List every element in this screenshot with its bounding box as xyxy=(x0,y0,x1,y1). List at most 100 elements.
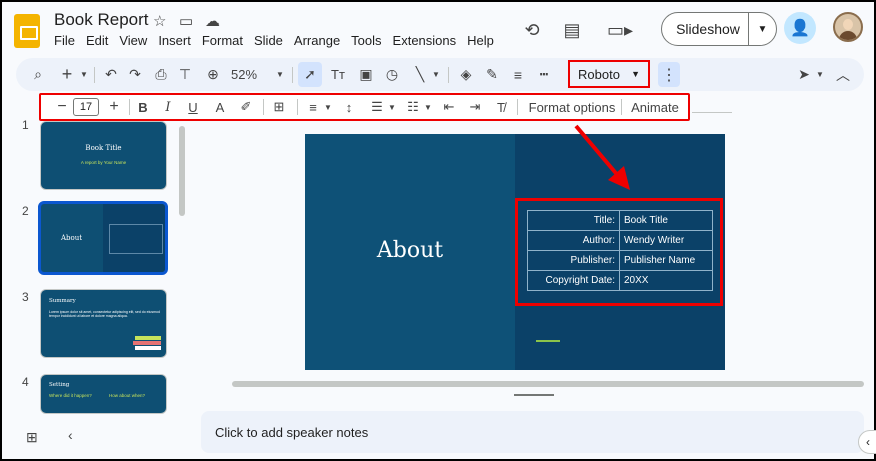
font-name: Roboto xyxy=(578,66,620,82)
notes-resize-handle[interactable] xyxy=(514,394,554,396)
line-icon[interactable]: ╲ xyxy=(408,58,432,91)
line-spacing-icon[interactable]: ↕ xyxy=(339,95,359,119)
format-toolbar: − 17 + B I U A ✐ ⊞ ≡ ▼ ↕ ☰ ▼ ☷ ▼ ⇤ ⇥ T̸ … xyxy=(39,93,690,121)
bold-icon[interactable]: B xyxy=(134,95,152,119)
border-weight-icon[interactable]: ≡ xyxy=(506,58,530,91)
menu-help[interactable]: Help xyxy=(467,33,494,48)
font-select[interactable]: Roboto ▼ xyxy=(568,60,650,88)
cloud-status-icon[interactable]: ☁ xyxy=(205,12,220,30)
slide-thumbnail-4[interactable]: Setting Where did it happen? How about w… xyxy=(40,374,167,414)
image-icon[interactable]: ▣ xyxy=(354,58,378,91)
ruler xyxy=(692,105,732,113)
shape-icon[interactable]: ◷ xyxy=(380,58,404,91)
numbered-list-dropdown-icon[interactable]: ▼ xyxy=(423,95,433,119)
text-box-icon[interactable]: Tт xyxy=(326,58,350,91)
slide-thumbnail-2[interactable]: About xyxy=(38,201,168,275)
table-value[interactable]: Publisher Name xyxy=(619,250,713,271)
decrease-indent-icon[interactable]: ⇤ xyxy=(439,95,459,119)
numbered-list-icon[interactable]: ☷ xyxy=(403,95,423,119)
star-icon[interactable]: ☆ xyxy=(153,12,166,30)
canvas-scrollbar[interactable] xyxy=(232,381,864,387)
zoom-level[interactable]: 52% xyxy=(228,58,260,91)
line-dropdown-icon[interactable]: ▼ xyxy=(430,58,442,91)
grid-view-icon[interactable]: ⊞ xyxy=(26,429,38,446)
italic-icon[interactable]: I xyxy=(159,95,177,119)
bulleted-list-icon[interactable]: ☰ xyxy=(367,95,387,119)
menu-slide[interactable]: Slide xyxy=(254,33,283,48)
border-dash-icon[interactable]: ┅ xyxy=(532,58,556,91)
table-value[interactable]: Wendy Writer xyxy=(619,230,713,251)
animate-button[interactable]: Animate xyxy=(625,95,685,119)
paint-format-icon[interactable]: ⊤ xyxy=(174,58,196,91)
select-icon[interactable]: ➚ xyxy=(298,58,322,91)
table-label[interactable]: Publisher: xyxy=(527,250,620,271)
format-options-button[interactable]: Format options xyxy=(525,95,619,119)
menu-edit[interactable]: Edit xyxy=(86,33,108,48)
speaker-notes[interactable]: Click to add speaker notes xyxy=(201,411,864,453)
zoom-icon[interactable]: ⊕ xyxy=(202,58,224,91)
filmstrip-scrollbar[interactable] xyxy=(179,126,185,216)
slide-thumbnail-1[interactable]: Book Title A report by Your Name xyxy=(40,121,167,190)
insert-link-icon[interactable]: ⊞ xyxy=(269,95,289,119)
align-dropdown-icon[interactable]: ▼ xyxy=(323,95,333,119)
table-label[interactable]: Author: xyxy=(527,230,620,251)
table-label[interactable]: Title: xyxy=(527,210,620,231)
table-value[interactable]: 20XX xyxy=(619,270,713,291)
slideshow-dropdown-icon[interactable]: ▼ xyxy=(748,13,776,45)
underline-icon[interactable]: U xyxy=(184,95,202,119)
side-panel-toggle-icon[interactable]: ‹ xyxy=(858,430,876,454)
document-title[interactable]: Book Report xyxy=(54,10,149,30)
menu-tools[interactable]: Tools xyxy=(351,33,381,48)
bulleted-list-dropdown-icon[interactable]: ▼ xyxy=(387,95,397,119)
fill-color-icon[interactable]: ◈ xyxy=(454,58,478,91)
menu-format[interactable]: Format xyxy=(202,33,243,48)
menu-view[interactable]: View xyxy=(119,33,147,48)
undo-icon[interactable]: ↶ xyxy=(100,58,122,91)
font-size-input[interactable]: 17 xyxy=(73,98,99,116)
menu-bar: File Edit View Insert Format Slide Arran… xyxy=(54,33,494,48)
mode-icon[interactable]: ➤ xyxy=(792,58,816,91)
table-label[interactable]: Copyright Date: xyxy=(527,270,620,291)
font-dropdown-icon: ▼ xyxy=(631,69,640,79)
collapse-filmstrip-icon[interactable]: ‹ xyxy=(68,427,73,443)
comments-icon[interactable]: ▤ xyxy=(558,16,586,44)
highlight-color-icon[interactable]: ✐ xyxy=(237,95,255,119)
menu-extensions[interactable]: Extensions xyxy=(393,33,457,48)
slide-number-3: 3 xyxy=(22,290,29,304)
increase-font-size-icon[interactable]: + xyxy=(105,95,123,119)
zoom-dropdown-icon[interactable]: ▼ xyxy=(274,58,286,91)
add-person-icon: 👤 xyxy=(790,20,810,37)
info-table[interactable]: Title: Book Title Author: Wendy Writer Pub… xyxy=(527,210,713,291)
clear-formatting-icon[interactable]: T̸ xyxy=(491,95,511,119)
text-color-icon[interactable]: A xyxy=(211,95,229,119)
mode-dropdown-icon[interactable]: ▼ xyxy=(814,58,826,91)
avatar[interactable] xyxy=(833,12,863,42)
slide-thumbnail-3[interactable]: Summary Lorem ipsum dolor sit amet, cons… xyxy=(40,289,167,358)
search-menus-icon[interactable]: ⌕ xyxy=(26,58,50,91)
menu-file[interactable]: File xyxy=(54,33,75,48)
decrease-font-size-icon[interactable]: − xyxy=(53,95,71,119)
redo-icon[interactable]: ↷ xyxy=(124,58,146,91)
meet-icon[interactable]: ▭▸ xyxy=(602,16,638,44)
new-slide-dropdown-icon[interactable]: ▼ xyxy=(78,58,90,91)
new-slide-icon[interactable]: + xyxy=(56,58,78,91)
slideshow-button[interactable]: Slideshow ▼ xyxy=(661,12,777,46)
more-options-icon[interactable]: ⋮ xyxy=(658,58,680,91)
increase-indent-icon[interactable]: ⇥ xyxy=(465,95,485,119)
border-color-icon[interactable]: ✎ xyxy=(480,58,504,91)
version-history-icon[interactable]: ⟲ xyxy=(518,16,546,44)
print-icon[interactable]: ⎙ xyxy=(150,58,172,91)
collapse-toolbar-icon[interactable]: ︿ xyxy=(832,58,854,91)
slide-number-4: 4 xyxy=(22,375,29,389)
table-value[interactable]: Book Title xyxy=(619,210,713,231)
move-folder-icon[interactable]: ▭ xyxy=(179,12,193,30)
info-table-selection[interactable]: Title: Book Title Author: Wendy Writer Pub… xyxy=(515,198,723,306)
slideshow-label[interactable]: Slideshow xyxy=(662,21,748,37)
menu-insert[interactable]: Insert xyxy=(158,33,191,48)
slide-heading[interactable]: About xyxy=(345,238,475,263)
menu-arrange[interactable]: Arrange xyxy=(294,33,340,48)
share-button[interactable]: 👤 xyxy=(784,12,816,44)
align-icon[interactable]: ≡ xyxy=(303,95,323,119)
slides-logo[interactable] xyxy=(14,14,40,48)
thumb-title: Setting xyxy=(49,382,70,388)
